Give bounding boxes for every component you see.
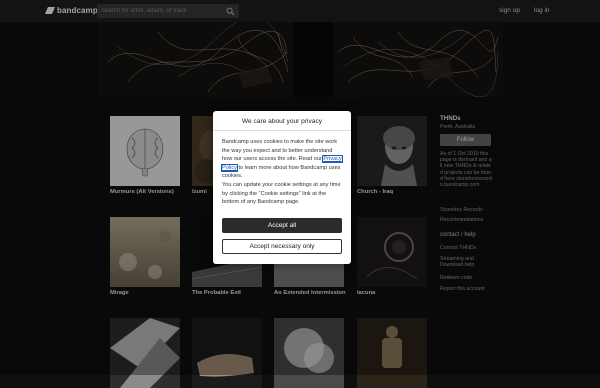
divider <box>213 130 351 131</box>
cookie-text-part2: to learn more about how Bandcamp uses co… <box>222 164 341 180</box>
cookie-text-part1: Bandcamp uses cookies to make the site w… <box>222 139 338 163</box>
accept-all-button[interactable]: Accept all <box>222 218 342 233</box>
accept-necessary-button[interactable]: Accept necessary only <box>222 239 342 254</box>
cookie-consent-dialog: We care about your privacy Bandcamp uses… <box>213 111 351 264</box>
cookie-explanation: Bandcamp uses cookies to make the site w… <box>221 138 344 181</box>
cookie-dialog-title: We care about your privacy <box>241 118 323 125</box>
cookie-settings-info: You can update your cookie settings at a… <box>222 182 341 206</box>
